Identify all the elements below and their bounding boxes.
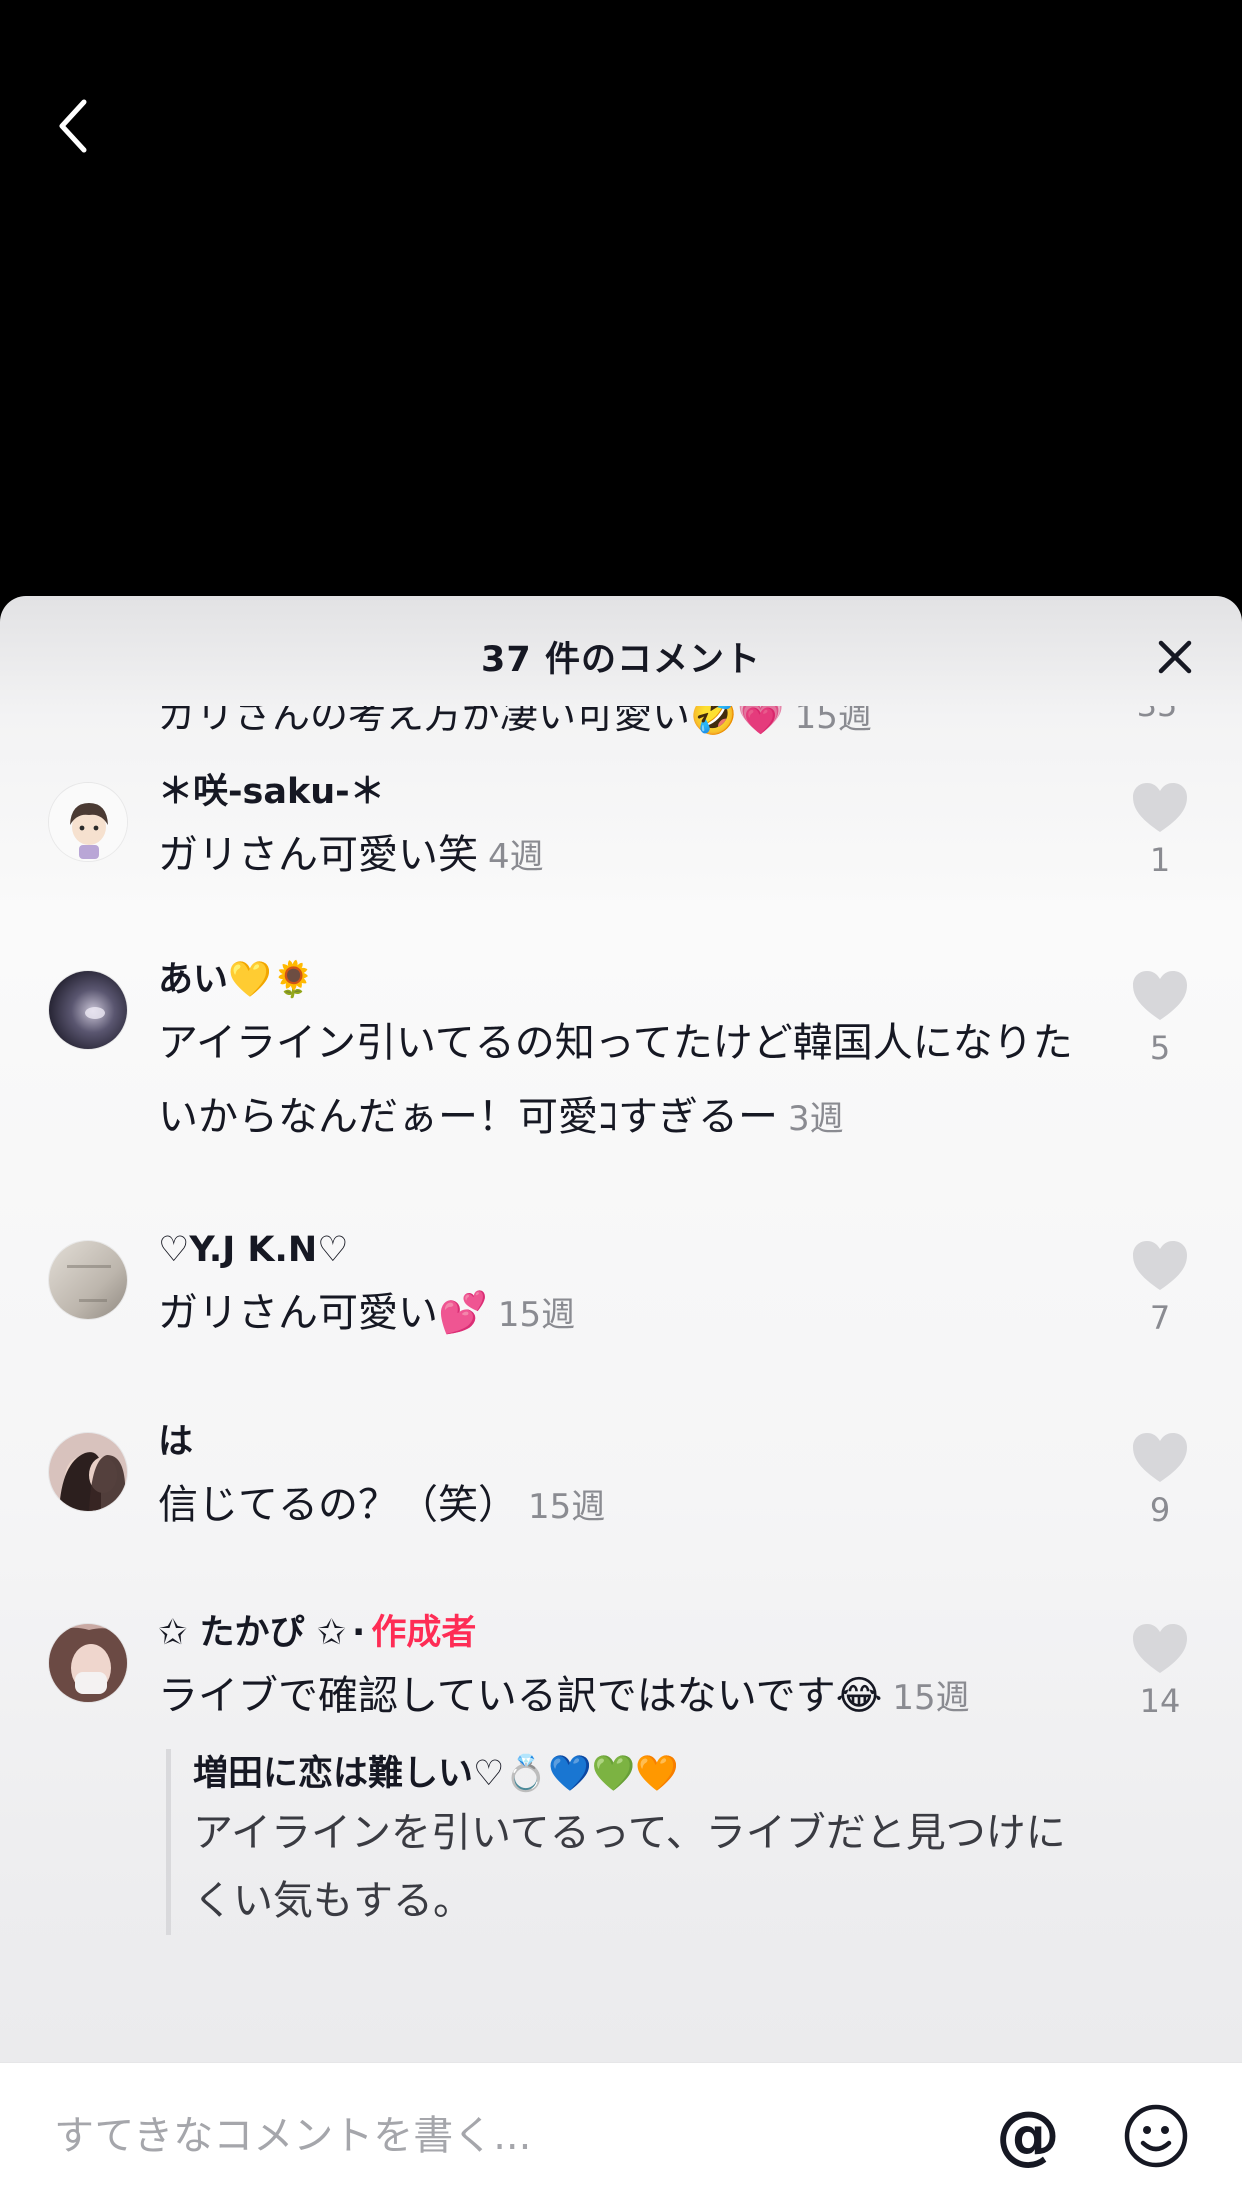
- like-count: 5: [1149, 1029, 1171, 1067]
- avatar[interactable]: [48, 782, 128, 862]
- comment-item: あい💛🌻 アイライン引いてるの知ってたけど韓国人になりたいからなんだぁー！可愛ｺ…: [0, 956, 1242, 1196]
- close-button[interactable]: [1148, 630, 1202, 684]
- comment-username[interactable]: ＊咲-saku-＊: [158, 768, 1092, 816]
- at-icon: @: [996, 2098, 1060, 2173]
- comment-text-body: ライブで確認している訳ではないです😂: [158, 1673, 883, 1719]
- emoji-button[interactable]: [1116, 2096, 1196, 2176]
- quoted-reply: 増田に恋は難しい♡💍💙💚🧡 アイラインを引いてるって、ライブだと見つけにくい気も…: [166, 1749, 1092, 1935]
- comment-username[interactable]: ♡Y.J K.N♡: [158, 1226, 1092, 1274]
- smiley-icon: [1124, 2104, 1188, 2167]
- avatar-image: [49, 1241, 127, 1319]
- back-button[interactable]: [44, 90, 104, 162]
- comment-text-body: ガリさん可愛い笑: [158, 832, 478, 878]
- avatar[interactable]: [48, 1623, 128, 1703]
- heart-icon: [1133, 1433, 1187, 1482]
- comment-text-body: ガリさんの考え方が凄い可愛い🤣💗: [158, 706, 785, 737]
- heart-icon: [1133, 1241, 1187, 1290]
- comment-text: ライブで確認している訳ではないです😂 15週: [158, 1659, 1092, 1735]
- mention-button[interactable]: @: [988, 2096, 1068, 2176]
- comment-username[interactable]: ✩ たかぴ ✩ · 作成者: [158, 1609, 1092, 1657]
- comment-time: 4週: [488, 837, 544, 877]
- chevron-left-icon: [59, 99, 87, 153]
- comment-item: ＊咲-saku-＊ ガリさん可愛い笑 4週 1: [0, 768, 1242, 918]
- like-count: 14: [1139, 1682, 1181, 1720]
- like-count: 9: [1149, 1491, 1171, 1529]
- reply-username[interactable]: 増田に恋は難しい♡💍💙💚🧡: [193, 1749, 1092, 1799]
- comment-text: ガリさん可愛い笑 4週: [158, 818, 1092, 894]
- avatar-image: [49, 783, 127, 861]
- comment-input-bar: @: [0, 2062, 1242, 2208]
- comments-screen: 37 件のコメント ガリさんの考え方が凄い可愛い🤣💗 15週 35: [0, 0, 1242, 2208]
- avatar-image: [49, 971, 127, 1049]
- avatar[interactable]: [48, 970, 128, 1050]
- comment-list[interactable]: ガリさんの考え方が凄い可愛い🤣💗 15週 35: [0, 706, 1242, 2101]
- comment-count-title: 37 件のコメント: [481, 639, 761, 680]
- avatar[interactable]: [48, 1240, 128, 1320]
- comment-text-body: ガリさん可愛い💕: [158, 1290, 488, 1336]
- like-button[interactable]: 1: [1120, 782, 1200, 880]
- comment-text: アイライン引いてるの知ってたけど韓国人になりたいからなんだぁー！可愛ｺすぎるー 3…: [158, 1006, 1092, 1156]
- comment-item: ♡Y.J K.N♡ ガリさん可愛い💕 15週 7: [0, 1226, 1242, 1376]
- comment-item: ✩ たかぴ ✩ · 作成者 ライブで確認している訳ではないです😂 15週 14 増田に…: [0, 1609, 1242, 1989]
- comment-time: 15週: [794, 706, 872, 737]
- comment-time: 15週: [892, 1678, 970, 1718]
- comment-text: ガリさん可愛い💕 15週: [158, 1276, 1092, 1352]
- comment-time: 3週: [788, 1099, 844, 1139]
- like-count: 7: [1149, 1299, 1171, 1337]
- reply-text: アイラインを引いてるって、ライブだと見つけにくい気もする。: [193, 1810, 1066, 1924]
- heart-icon: [1133, 971, 1187, 1020]
- heart-icon: [1133, 783, 1187, 832]
- comment-text: ガリさんの考え方が凄い可愛い🤣💗 15週: [158, 706, 872, 739]
- comment-sheet: 37 件のコメント ガリさんの考え方が凄い可愛い🤣💗 15週 35: [0, 596, 1242, 2208]
- creator-separator: ·: [352, 1613, 366, 1653]
- like-count: 35: [1122, 706, 1192, 724]
- like-button[interactable]: 7: [1120, 1240, 1200, 1338]
- comment-item: は 信じてるの？（笑） 15週 9: [0, 1418, 1242, 1568]
- like-count: 1: [1149, 841, 1171, 879]
- avatar-image: [49, 1624, 127, 1702]
- comment-username[interactable]: あい💛🌻: [158, 956, 1092, 1004]
- comment-item-partial: ガリさんの考え方が凄い可愛い🤣💗 15週 35: [0, 706, 1242, 748]
- comment-time: 15週: [497, 1295, 576, 1335]
- comment-username-text: ✩ たかぴ ✩: [158, 1613, 347, 1653]
- comment-input[interactable]: [0, 2063, 988, 2208]
- comment-time: 15週: [528, 1487, 606, 1527]
- like-button[interactable]: 5: [1120, 970, 1200, 1068]
- sheet-header: 37 件のコメント: [0, 596, 1242, 716]
- like-button[interactable]: 9: [1120, 1432, 1200, 1530]
- comment-text-body: アイライン引いてるの知ってたけど韓国人になりたいからなんだぁー！可愛ｺすぎるー: [158, 1020, 1073, 1140]
- comment-text-body: 信じてるの？（笑）: [158, 1482, 518, 1528]
- comment-username[interactable]: は: [158, 1418, 1092, 1466]
- creator-badge: 作成者: [371, 1613, 477, 1653]
- comment-text: 信じてるの？（笑） 15週: [158, 1468, 1092, 1544]
- heart-icon: [1133, 1624, 1187, 1673]
- avatar-image: [49, 1433, 127, 1511]
- like-button[interactable]: 14: [1120, 1623, 1200, 1721]
- close-icon: [1158, 640, 1192, 674]
- avatar[interactable]: [48, 1432, 128, 1512]
